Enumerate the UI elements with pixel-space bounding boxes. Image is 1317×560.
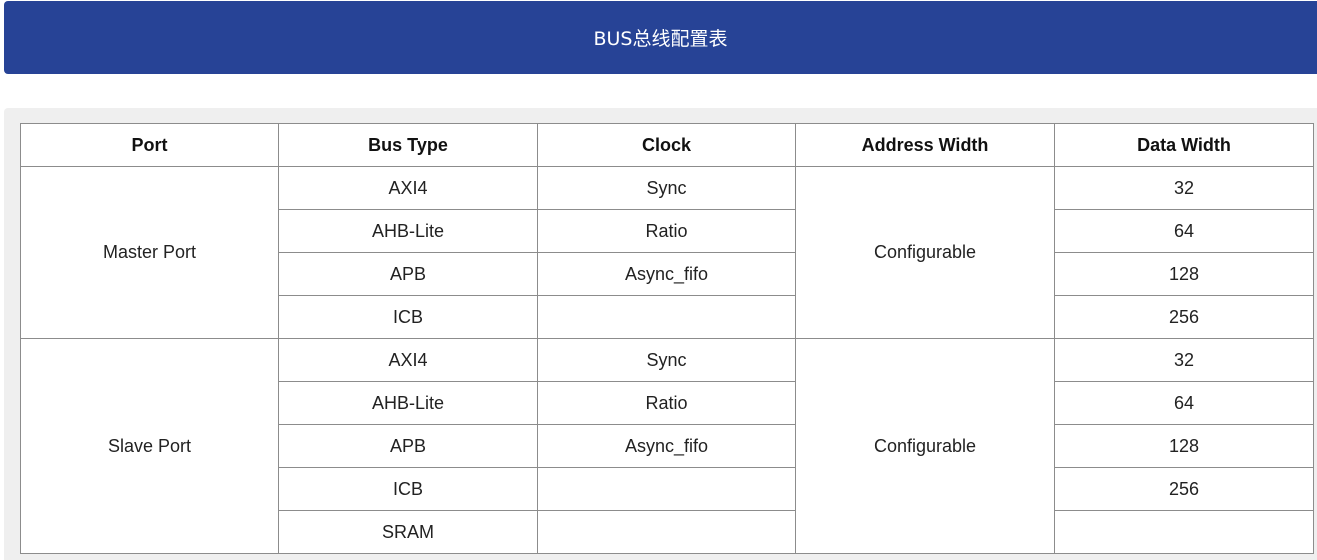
data-width-cell: 32	[1054, 166, 1314, 210]
data-width-cell: 64	[1054, 381, 1314, 425]
bus-type-cell: ICB	[278, 467, 538, 511]
bus-config-table: Port Bus Type Clock Address Width Data W…	[20, 123, 1314, 554]
bus-type-cell: APB	[278, 252, 538, 296]
clock-cell: Ratio	[537, 209, 796, 253]
data-width-cell: 32	[1054, 338, 1314, 382]
page-title: BUS总线配置表	[593, 28, 728, 50]
column-header-bus-type: Bus Type	[278, 123, 538, 167]
data-width-cell: 128	[1054, 424, 1314, 468]
bus-type-cell: AHB-Lite	[278, 209, 538, 253]
clock-cell: Ratio	[537, 381, 796, 425]
data-width-cell	[1054, 510, 1314, 554]
column-header-port: Port	[20, 123, 279, 167]
header-bar: BUS总线配置表	[4, 1, 1317, 74]
bus-type-cell: APB	[278, 424, 538, 468]
bus-type-cell: ICB	[278, 295, 538, 339]
clock-cell	[537, 467, 796, 511]
table-header-row: Port Bus Type Clock Address Width Data W…	[20, 123, 1314, 167]
clock-cell	[537, 510, 796, 554]
clock-cell: Sync	[537, 166, 796, 210]
table-row: Master Port AXI4 Sync Configurable 32	[20, 166, 1314, 339]
port-cell: Master Port	[20, 166, 279, 339]
data-width-cell: 256	[1054, 295, 1314, 339]
column-header-data-width: Data Width	[1054, 123, 1314, 167]
bus-type-cell: SRAM	[278, 510, 538, 554]
address-width-cell: Configurable	[795, 338, 1055, 554]
clock-cell: Sync	[537, 338, 796, 382]
column-header-clock: Clock	[537, 123, 796, 167]
bus-type-cell: AHB-Lite	[278, 381, 538, 425]
port-cell: Slave Port	[20, 338, 279, 554]
table-row: Slave Port AXI4 Sync Configurable 32	[20, 338, 1314, 554]
bus-type-cell: AXI4	[278, 338, 538, 382]
clock-cell: Async_fifo	[537, 424, 796, 468]
data-width-cell: 256	[1054, 467, 1314, 511]
column-header-address-width: Address Width	[795, 123, 1055, 167]
data-width-cell: 64	[1054, 209, 1314, 253]
address-width-cell: Configurable	[795, 166, 1055, 339]
clock-cell: Async_fifo	[537, 252, 796, 296]
bus-type-cell: AXI4	[278, 166, 538, 210]
clock-cell	[537, 295, 796, 339]
data-width-cell: 128	[1054, 252, 1314, 296]
